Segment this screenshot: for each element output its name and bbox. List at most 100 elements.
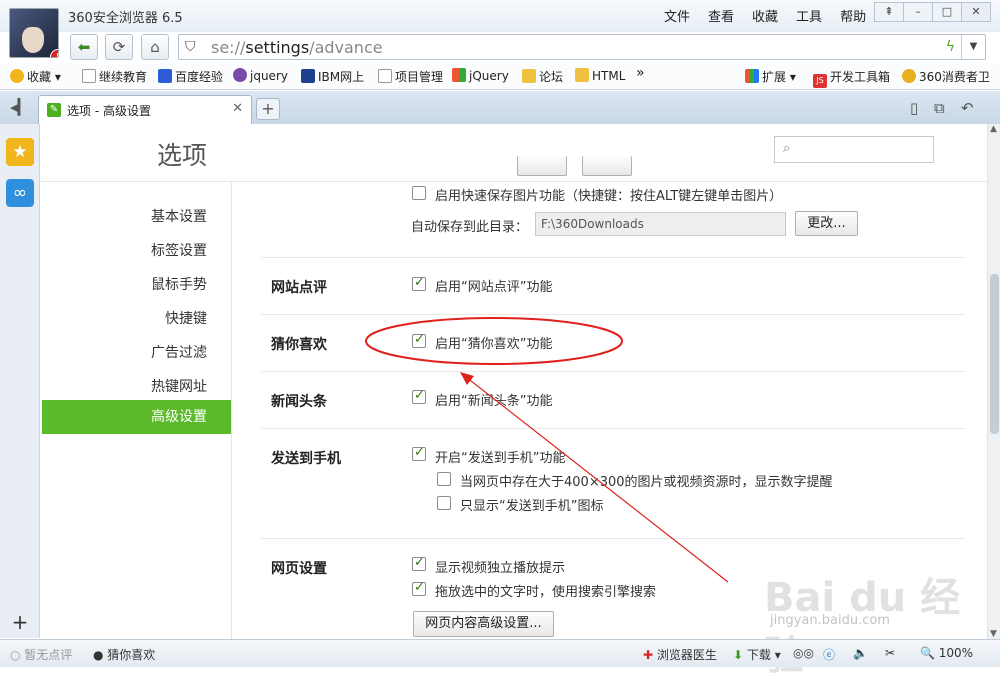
section-divider [261, 257, 965, 258]
vertical-scrollbar[interactable]: ▲ ▼ [987, 124, 1000, 639]
scroll-up-icon[interactable]: ▲ [990, 124, 997, 134]
window-controls: ⇞ – □ ✕ [874, 2, 991, 22]
address-bar[interactable]: ⛉ se://settings/advance ϟ ▼ [178, 34, 986, 60]
send-phone-checkbox[interactable] [412, 445, 426, 461]
tab-settings[interactable]: ✎ 选项 - 高级设置 ✕ [38, 95, 252, 124]
nav-advanced[interactable]: 高级设置 [42, 400, 231, 434]
section-news: 新闻头条 [271, 394, 327, 410]
partial-button[interactable] [517, 156, 567, 176]
bookmark-item[interactable]: 百度经验 [158, 68, 223, 85]
restore-tab-icon[interactable]: ⧉ [934, 99, 945, 117]
video-tip-checkbox[interactable] [412, 555, 426, 571]
bookmark-item[interactable]: jQuery [452, 68, 509, 83]
settings-page: 选项 ⌕ 基本设置 标签设置 鼠标手势 快捷键 广告过滤 热键网址 高级设置 启… [41, 124, 987, 639]
status-bar: ○ 暂无点评 ● 猜你喜欢 ✚ 浏览器医生 ⬇ 下载 ▾ ◎◎ ⓔ 🔈 ✂ 🔍 … [0, 639, 1000, 667]
tab-bar: ◂▎ ✎ 选项 - 高级设置 ✕ + ▯ ⧉ ↶ [0, 91, 1000, 124]
settings-nav: 基本设置 标签设置 鼠标手势 快捷键 广告过滤 热键网址 高级设置 [41, 182, 232, 639]
nav-shortcuts[interactable]: 快捷键 [165, 308, 207, 328]
menu-help[interactable]: 帮助 [831, 6, 875, 25]
bookmark-item[interactable]: 论坛 [522, 68, 563, 85]
mobile-icon[interactable]: ▯ [910, 99, 918, 117]
back-arrow-icon: ⬅ [77, 38, 91, 56]
section-divider [261, 314, 965, 315]
nav-basic[interactable]: 基本设置 [151, 206, 207, 226]
browser-doctor-button[interactable]: ✚ 浏览器医生 [643, 646, 717, 663]
add-sidebar-button[interactable]: + [6, 610, 34, 638]
quick-save-checkbox[interactable] [412, 186, 426, 200]
section-site-review: 网站点评 [271, 280, 327, 296]
refresh-button[interactable]: ⟳ [105, 34, 133, 60]
nav-tabs[interactable]: 标签设置 [151, 240, 207, 260]
home-icon: ⌂ [150, 38, 160, 56]
scrollbar-thumb[interactable] [990, 274, 999, 434]
tab-close-icon[interactable]: ✕ [232, 101, 243, 116]
download-icon: ⬇ [733, 648, 744, 662]
section-webpage: 网页设置 [271, 561, 327, 577]
bookmark-item[interactable]: jquery [233, 68, 288, 83]
site-review-checkbox[interactable] [412, 275, 426, 291]
no-review-status[interactable]: ○ 暂无点评 [10, 646, 72, 663]
screenshot-icon[interactable]: ✂ [885, 646, 895, 660]
title-bar: 360安全浏览器 6.5 文件 查看 收藏 工具 帮助 ⇞ – □ ✕ [0, 0, 1000, 32]
minimize-button[interactable]: – [903, 2, 933, 22]
ie-icon[interactable]: ⓔ [823, 646, 835, 663]
save-dir-field[interactable]: F:\360Downloads [535, 212, 786, 236]
bookmark-item[interactable]: HTML [575, 68, 625, 83]
nav-mouse-gesture[interactable]: 鼠标手势 [151, 274, 207, 294]
cloud-sync-icon[interactable]: ∞ [6, 179, 34, 207]
drag-search-checkbox[interactable] [412, 580, 426, 596]
consumer-guard-button[interactable]: 360消费者卫 [902, 68, 990, 85]
bookmark-item[interactable]: IBM网上 [301, 68, 364, 85]
send-phone-option: 开启“发送到手机”功能 [435, 451, 566, 466]
guess-checkbox[interactable] [412, 332, 426, 348]
side-panel: ★ ∞ + [0, 124, 40, 638]
favorites-star-icon[interactable]: ★ [6, 138, 34, 166]
back-button[interactable]: ⬅ [70, 34, 98, 60]
menu-tools[interactable]: 工具 [787, 6, 831, 25]
folder-icon [575, 68, 589, 82]
bookmarks-more-button[interactable]: » [636, 65, 645, 81]
url-text[interactable]: se://settings/advance [211, 38, 383, 57]
news-checkbox[interactable] [412, 388, 426, 404]
bookmarks-bar: 收藏 ▾ 继续教育 百度经验 jquery IBM网上 项目管理 jQuery … [0, 63, 1000, 90]
new-tab-button[interactable]: + [256, 98, 280, 120]
dev-toolbox-button[interactable]: JS 开发工具箱 [813, 68, 890, 88]
page-icon [82, 69, 96, 83]
address-dropdown-icon[interactable]: ▼ [961, 35, 985, 59]
download-button[interactable]: ⬇ 下载 ▾ [733, 646, 781, 663]
guess-status[interactable]: ● 猜你喜欢 [93, 646, 155, 663]
speed-mode-icon[interactable]: ϟ [946, 39, 955, 55]
menu-view[interactable]: 查看 [699, 6, 743, 25]
menu-file[interactable]: 文件 [655, 6, 699, 25]
nav-adblock[interactable]: 广告过滤 [151, 342, 207, 362]
settings-search-input[interactable]: ⌕ [774, 136, 934, 163]
home-button[interactable]: ⌂ [141, 34, 169, 60]
sidebar-toggle-icon[interactable]: ◂▎ [10, 98, 29, 116]
navigation-bar: ⬅ ⟳ ⌂ ⛉ se://settings/advance ϟ ▼ [0, 32, 1000, 62]
skin-button[interactable]: ⇞ [874, 2, 904, 22]
security-shield-icon: ⛉ [185, 39, 196, 55]
extensions-button[interactable]: 扩展 ▾ [745, 68, 796, 85]
change-dir-button[interactable]: 更改... [795, 211, 858, 236]
menu-favorites[interactable]: 收藏 [743, 6, 787, 25]
section-divider [261, 428, 965, 429]
news-option: 启用“新闻头条”功能 [435, 394, 553, 409]
partial-button[interactable] [582, 156, 632, 176]
video-tip-option: 显示视频独立播放提示 [435, 561, 566, 576]
zoom-level[interactable]: 🔍 100% [920, 646, 973, 660]
icon-only-checkbox[interactable] [437, 496, 451, 510]
bookmark-item[interactable]: 项目管理 [378, 68, 443, 85]
doctor-icon: ✚ [643, 648, 654, 662]
mute-icon[interactable]: 🔈 [853, 646, 868, 660]
bookmark-item[interactable]: 继续教育 [82, 68, 147, 85]
nav-hotkey-urls[interactable]: 热键网址 [151, 376, 207, 396]
maximize-button[interactable]: □ [932, 2, 962, 22]
bookmark-favorites[interactable]: 收藏 ▾ [10, 68, 61, 85]
baidu-watermark-url: jingyan.baidu.com [770, 613, 890, 628]
size-reminder-checkbox[interactable] [437, 472, 451, 486]
webpage-advanced-button[interactable]: 网页内容高级设置... [413, 611, 554, 637]
drag-search-option: 拖放选中的文字时，使用搜索引擎搜索 [435, 585, 657, 600]
glasses-icon[interactable]: ◎◎ [793, 646, 814, 660]
undo-close-icon[interactable]: ↶ [961, 99, 974, 117]
close-button[interactable]: ✕ [961, 2, 991, 22]
